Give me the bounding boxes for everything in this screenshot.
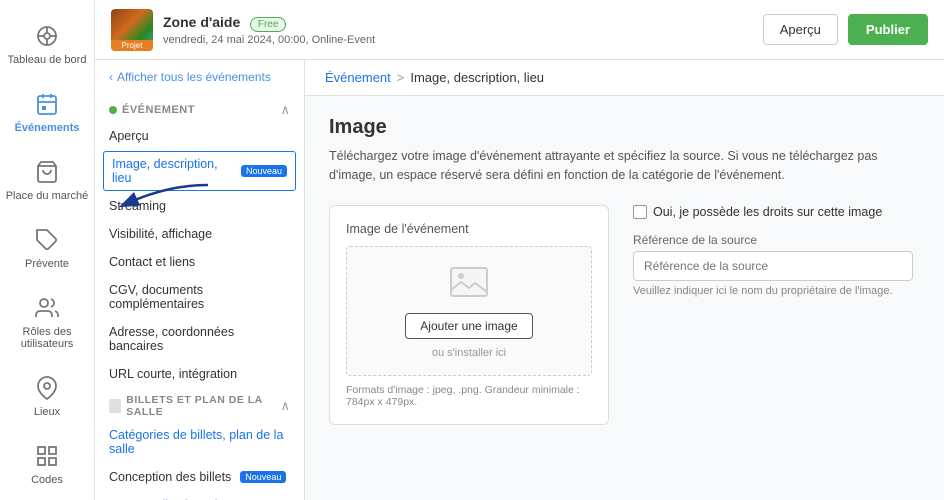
source-input[interactable] (633, 251, 913, 281)
sidebar-label-lieux: Lieux (34, 406, 60, 418)
collapse-icon[interactable]: ∧ (280, 102, 290, 118)
location-icon (33, 374, 61, 402)
sidebar-item-marche[interactable]: Place du marché (0, 146, 94, 214)
image-placeholder-icon (449, 262, 489, 305)
tag-icon (33, 226, 61, 254)
section-title-evenement: ÉVÉNEMENT (109, 104, 195, 116)
nav-item-adresse[interactable]: Adresse, coordonnées bancaires (95, 318, 304, 360)
event-thumb-label: Projet (111, 40, 153, 51)
image-upload-box: Image de l'événement Ajouter une image (329, 205, 609, 425)
main-content: Événement > Image, description, lieu Ima… (305, 60, 944, 500)
image-section: Image de l'événement Ajouter une image (329, 205, 920, 425)
side-nav: ‹ Afficher tous les événements ÉVÉNEMENT… (95, 60, 305, 500)
breadcrumb: Événement > Image, description, lieu (305, 60, 944, 96)
page-title: Image (329, 116, 920, 139)
sidebar-item-tableau[interactable]: Tableau de bord (0, 10, 94, 78)
breadcrumb-separator: > (397, 70, 405, 85)
upload-label: Image de l'événement (346, 222, 592, 236)
sidebar-item-codes[interactable]: Codes (0, 430, 94, 498)
event-thumbnail: Projet (111, 9, 153, 51)
sidebar-label-prevente: Prévente (25, 258, 69, 270)
chevron-left-icon: ‹ (109, 70, 113, 84)
image-fields: Oui, je possède les droits sur cette ima… (633, 205, 920, 425)
source-hint: Veuillez indiquer ici le nom du propriét… (633, 285, 920, 297)
billets-icon (109, 399, 121, 413)
nav-item-visibilite[interactable]: Visibilité, affichage (95, 220, 304, 248)
event-info: Zone d'aide Free vendredi, 24 mai 2024, … (163, 14, 763, 46)
sidebar-item-evenements[interactable]: Événements (0, 78, 94, 146)
nav-item-contact[interactable]: Contact et liens (95, 248, 304, 276)
apercu-button[interactable]: Aperçu (763, 14, 838, 45)
upload-or-text: ou s'installer ici (432, 347, 506, 359)
sidebar-item-prevente[interactable]: Prévente (0, 214, 94, 282)
grid-icon (33, 22, 61, 50)
rights-label: Oui, je possède les droits sur cette ima… (653, 205, 882, 219)
new-badge-conception: Nouveau (240, 471, 286, 483)
add-image-button[interactable]: Ajouter une image (405, 313, 532, 339)
sidebar-item-roles[interactable]: Rôles des utilisateurs (0, 282, 94, 362)
codes-icon (33, 442, 61, 470)
left-sidebar: Tableau de bord Événements Place du marc… (0, 0, 95, 500)
bag-icon (33, 158, 61, 186)
nav-item-apercu[interactable]: Aperçu (95, 122, 304, 150)
nav-item-cgv[interactable]: CGV, documents complémentaires (95, 276, 304, 318)
users-icon (33, 294, 61, 322)
event-date: vendredi, 24 mai 2024, 00:00, Online-Eve… (163, 34, 763, 46)
section-dot (109, 106, 117, 114)
top-bar: Projet Zone d'aide Free vendredi, 24 mai… (95, 0, 944, 60)
page-description: Téléchargez votre image d'événement attr… (329, 147, 909, 185)
sidebar-label-roles: Rôles des utilisateurs (5, 326, 89, 350)
nav-item-url[interactable]: URL courte, intégration (95, 360, 304, 388)
main-area: Projet Zone d'aide Free vendredi, 24 mai… (95, 0, 944, 500)
breadcrumb-parent[interactable]: Événement (325, 70, 391, 85)
back-to-events[interactable]: ‹ Afficher tous les événements (95, 60, 304, 94)
sidebar-label-codes: Codes (31, 474, 63, 486)
source-field-label: Référence de la source (633, 233, 920, 247)
nav-item-conception[interactable]: Conception des billets Nouveau (95, 463, 304, 491)
sidebar-label-tableau: Tableau de bord (8, 54, 87, 66)
format-hint: Formats d'image : jpeg, .png. Grandeur m… (346, 384, 592, 408)
nav-item-image[interactable]: Image, description, lieu Nouveau (103, 151, 296, 191)
rights-checkbox[interactable] (633, 205, 647, 219)
new-badge-image: Nouveau (241, 165, 287, 177)
sub-section-billets: BILLETS ET PLAN DE LA SALLE (109, 394, 280, 418)
publier-button[interactable]: Publier (848, 14, 928, 45)
sidebar-item-lieux[interactable]: Lieux (0, 362, 94, 430)
nav-item-streaming[interactable]: Streaming (95, 192, 304, 220)
evenement-section: ÉVÉNEMENT ∧ (95, 94, 304, 122)
nav-item-personnalisation[interactable]: Personnalisation, champs supplémentaires (95, 491, 304, 500)
billets-section: BILLETS ET PLAN DE LA SALLE ∧ (95, 388, 304, 421)
event-status-badge: Free (250, 17, 287, 32)
rights-checkbox-row: Oui, je possède les droits sur cette ima… (633, 205, 920, 219)
sidebar-label-evenements: Événements (15, 122, 80, 134)
upload-area[interactable]: Ajouter une image ou s'installer ici (346, 246, 592, 376)
sidebar-label-marche: Place du marché (6, 190, 89, 202)
event-name: Zone d'aide (163, 14, 240, 30)
calendar-icon (33, 90, 61, 118)
top-actions: Aperçu Publier (763, 14, 928, 45)
content-area: ‹ Afficher tous les événements ÉVÉNEMENT… (95, 60, 944, 500)
content-body: Image Téléchargez votre image d'événemen… (305, 96, 944, 445)
breadcrumb-current: Image, description, lieu (410, 70, 544, 85)
nav-item-categories[interactable]: Catégories de billets, plan de la salle (95, 421, 304, 463)
collapse-billets-icon[interactable]: ∧ (280, 398, 290, 414)
